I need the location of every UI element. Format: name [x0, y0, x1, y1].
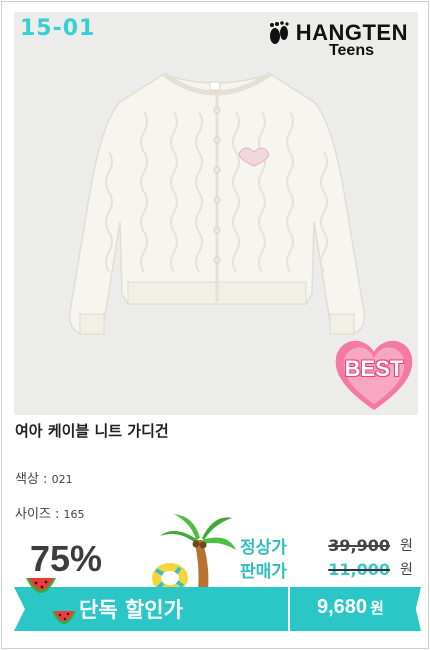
regular-price-label: 정상가 — [240, 537, 287, 558]
regular-price-row: 정상가 39,900 원 — [240, 534, 413, 558]
product-card[interactable]: 15-01 HANGTEN Teens BEST 여아 케이블 니트 가디건 색… — [1, 1, 429, 649]
footprint-icon — [269, 21, 289, 44]
best-badge: BEST — [332, 334, 416, 414]
color-label: 색상 : — [15, 472, 48, 487]
size-option: 사이즈 : 165 — [15, 503, 85, 522]
final-price-value: 9,680 — [317, 596, 368, 618]
sale-currency: 원 — [400, 562, 413, 578]
color-value: 021 — [51, 473, 73, 486]
sale-price: 11,000 — [328, 559, 390, 579]
final-price: 9,680 원 — [317, 596, 384, 619]
watermelon-icon-2 — [52, 611, 76, 624]
regular-currency: 원 — [400, 538, 413, 554]
final-price-currency: 원 — [370, 600, 384, 617]
sale-price-label: 판매가 — [240, 561, 287, 582]
color-option: 색상 : 021 — [15, 468, 73, 487]
brand-logo: HANGTEN Teens — [268, 20, 408, 60]
product-title[interactable]: 여아 케이블 니트 가디건 — [15, 420, 169, 441]
watermelon-icon — [26, 578, 56, 593]
size-label: 사이즈 : — [15, 507, 60, 522]
regular-price: 39,900 — [328, 535, 390, 555]
promo-label: 단독 할인가 — [79, 598, 183, 622]
product-image[interactable]: 15-01 HANGTEN Teens BEST — [14, 12, 418, 415]
best-badge-label: BEST — [344, 356, 404, 381]
size-value: 165 — [63, 508, 85, 521]
product-code: 15-01 — [20, 16, 96, 41]
sale-price-row: 판매가 11,000 원 — [240, 558, 413, 582]
